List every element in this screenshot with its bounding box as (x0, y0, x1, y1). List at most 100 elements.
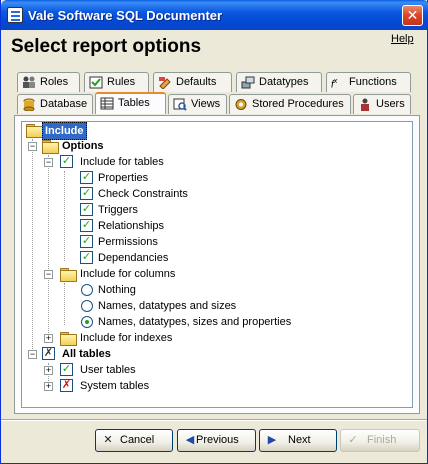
database-icon (22, 98, 36, 112)
views-icon (173, 98, 187, 111)
checkbox-relationships[interactable]: ✓ (80, 219, 93, 232)
collapse-icon[interactable]: − (44, 270, 53, 279)
tree-node-label: Include for columns (80, 268, 176, 280)
datatypes-icon (241, 76, 255, 89)
tab-views[interactable]: Views (168, 94, 227, 114)
tree-node-options[interactable]: − Options (22, 138, 162, 154)
tab-defaults[interactable]: Defaults (153, 72, 232, 92)
tree-node-label: Names, datatypes and sizes (98, 300, 237, 312)
tree-node-label: System tables (80, 380, 150, 392)
tab-datatypes[interactable]: Datatypes (236, 72, 322, 92)
checkbox-include-for-tables[interactable]: ✓ (60, 155, 73, 168)
tab-stored-procedures[interactable]: Stored Procedures (229, 94, 351, 114)
tree-node-label: Relationships (98, 220, 165, 232)
tab-label: Users (376, 98, 405, 110)
tree-node-label: User tables (80, 364, 136, 376)
tree-node-relationships[interactable]: ✓ Relationships (22, 218, 222, 234)
tab-label: Rules (107, 76, 136, 88)
checkbox-check-constraints[interactable]: ✓ (80, 187, 93, 200)
expand-icon[interactable]: + (44, 366, 53, 375)
window-title: Vale Software SQL Documenter (28, 8, 223, 23)
tab-roles[interactable]: Roles (17, 72, 80, 92)
tree-node-label: All tables (62, 348, 111, 360)
close-icon: ✕ (406, 7, 419, 23)
tab-functions[interactable]: fx Functions (326, 72, 411, 92)
tree-node-names-datatypes-sizes[interactable]: Names, datatypes and sizes (22, 298, 272, 314)
close-icon: ✕ (103, 434, 113, 446)
tree-node-label: Permissions (98, 236, 158, 248)
checkbox-user-tables[interactable]: ✓ (60, 363, 73, 376)
folder-open-icon (42, 140, 59, 154)
button-label: Finish (367, 434, 397, 446)
tree-node-label: Include for indexes (80, 332, 173, 344)
functions-icon: fx (331, 78, 338, 91)
tree-node-label: Properties (98, 172, 149, 184)
collapse-icon[interactable]: − (44, 158, 53, 167)
radio-names-datatypes-sizes-properties[interactable] (81, 316, 93, 328)
button-label: Cancel (120, 434, 155, 446)
help-link[interactable]: Help (391, 33, 414, 45)
cancel-button[interactable]: ✕ Cancel (95, 429, 173, 452)
finish-button[interactable]: ✓ Finish (340, 429, 420, 452)
tree-node-properties[interactable]: ✓ Properties (22, 170, 222, 186)
tab-rules[interactable]: Rules (84, 72, 149, 92)
page-title: Select report options (11, 36, 202, 57)
tree-node-permissions[interactable]: ✓ Permissions (22, 234, 222, 250)
tree-node-system-tables[interactable]: + ✗ System tables (22, 378, 222, 394)
tree-node-include-for-columns[interactable]: − Include for columns (22, 266, 222, 282)
tree-node-label: Dependancies (98, 252, 169, 264)
folder-open-icon (60, 268, 77, 282)
checkbox-all-tables[interactable]: ✗ (42, 347, 55, 360)
tree-node-user-tables[interactable]: + ✓ User tables (22, 362, 222, 378)
collapse-icon[interactable]: − (28, 350, 37, 359)
rules-icon (89, 76, 103, 89)
button-label: Next (288, 434, 311, 446)
expand-icon[interactable]: + (44, 382, 53, 391)
tab-tables[interactable]: Tables (95, 92, 166, 114)
radio-names-datatypes-sizes[interactable] (81, 300, 93, 312)
tree-node-check-constraints[interactable]: ✓ Check Constraints (22, 186, 222, 202)
button-label: Previous (196, 434, 239, 446)
tab-label: Tables (118, 97, 150, 109)
checkbox-properties[interactable]: ✓ (80, 171, 93, 184)
tab-database[interactable]: Database (17, 94, 93, 114)
next-button[interactable]: ▶ Next (259, 429, 337, 452)
footer-divider (1, 419, 427, 421)
tree-node-nothing[interactable]: Nothing (22, 282, 272, 298)
tree-node-triggers[interactable]: ✓ Triggers (22, 202, 222, 218)
tree-node-label: Options (62, 140, 104, 152)
tree-node-include[interactable]: Include (22, 122, 142, 140)
previous-button[interactable]: ◀ Previous (177, 429, 256, 452)
checkbox-system-tables[interactable]: ✗ (60, 379, 73, 392)
tree-node-dependancies[interactable]: ✓ Dependancies (22, 250, 222, 266)
tree-node-include-for-indexes[interactable]: + Include for indexes (22, 330, 222, 346)
checkbox-dependancies[interactable]: ✓ (80, 251, 93, 264)
title-bar[interactable]: Vale Software SQL Documenter ✕ (1, 0, 428, 30)
folder-closed-icon (60, 332, 77, 346)
tree-node-label: Names, datatypes, sizes and properties (98, 316, 292, 328)
users-icon (358, 98, 372, 111)
tab-users[interactable]: Users (353, 94, 411, 114)
tab-label: Functions (349, 76, 397, 88)
tree-node-include-for-tables[interactable]: − ✓ Include for tables (22, 154, 222, 170)
tables-icon (100, 97, 114, 110)
tree-node-label: Include for tables (80, 156, 164, 168)
collapse-icon[interactable]: − (28, 142, 37, 151)
checkbox-permissions[interactable]: ✓ (80, 235, 93, 248)
tab-label: Database (40, 98, 88, 110)
radio-nothing[interactable] (81, 284, 93, 296)
close-button[interactable]: ✕ (402, 5, 423, 26)
arrow-right-icon: ▶ (267, 434, 277, 446)
tab-label: Defaults (176, 76, 217, 88)
tab-label: Views (191, 98, 221, 110)
tree-node-label: Check Constraints (98, 188, 188, 200)
checkbox-triggers[interactable]: ✓ (80, 203, 93, 216)
expand-icon[interactable]: + (44, 334, 53, 343)
tree-node-all-tables[interactable]: − ✗ All tables (22, 346, 222, 362)
app-icon (7, 7, 23, 23)
tree-node-names-datatypes-sizes-properties[interactable]: Names, datatypes, sizes and properties (22, 314, 322, 330)
check-icon: ✓ (348, 434, 358, 446)
options-tree[interactable]: Include − Options − ✓ Include for tables… (21, 121, 413, 408)
tree-node-label: Nothing (98, 284, 136, 296)
tab-label: Stored Procedures (252, 98, 344, 110)
